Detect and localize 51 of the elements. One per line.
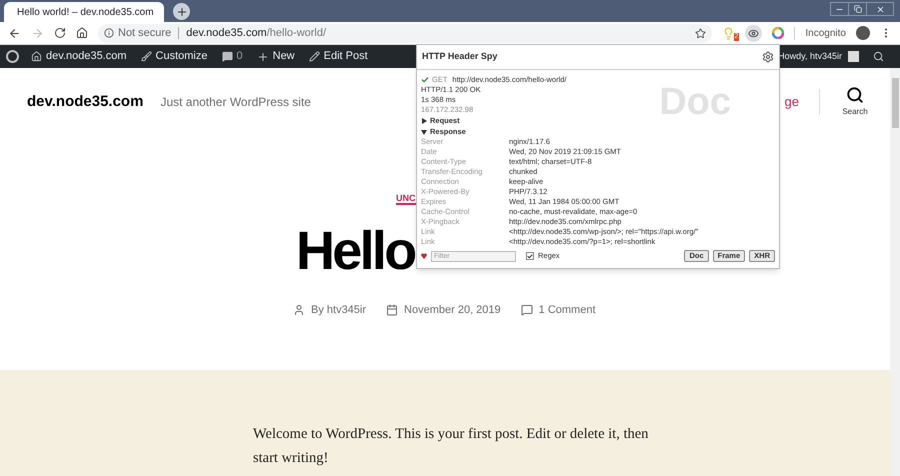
url-text: dev.node35.com/hello-world/	[186, 26, 326, 41]
lightbulb-icon[interactable]	[722, 26, 736, 40]
new-tab-button[interactable]	[173, 3, 190, 20]
search-icon	[846, 86, 864, 104]
comment-icon	[222, 51, 232, 62]
customize-link[interactable]: Customize	[156, 48, 208, 65]
scrollbar[interactable]	[890, 68, 900, 476]
close-icon	[876, 4, 884, 14]
star-icon[interactable]	[695, 28, 706, 38]
comment-icon	[520, 304, 533, 316]
heart-icon	[421, 253, 427, 259]
back-icon[interactable]	[8, 26, 21, 40]
dashboard-icon	[31, 51, 42, 62]
popup-title: HTTP Header Spy	[422, 50, 498, 64]
comments-link[interactable]: 1 Comment	[538, 302, 596, 318]
brush-icon	[140, 51, 152, 62]
regex-checkbox[interactable]	[526, 252, 534, 260]
date-link[interactable]: November 20, 2019	[404, 302, 501, 318]
author-link[interactable]: By htv345ir	[311, 302, 366, 318]
plus-icon	[256, 50, 269, 62]
author-icon	[293, 304, 305, 316]
comments-count[interactable]: 0	[236, 48, 243, 65]
nav-link[interactable]: ge	[784, 92, 799, 112]
pencil-icon	[308, 51, 320, 62]
tab-title: Hello world! – dev.node35.com	[17, 6, 154, 20]
search-toggle[interactable]: Search	[840, 86, 870, 118]
site-link[interactable]: dev.node35.com	[46, 48, 127, 65]
restore-icon	[854, 5, 862, 13]
site-tagline: Just another WordPress site	[160, 94, 311, 111]
browser-tab[interactable]: Hello world! – dev.node35.com	[4, 2, 164, 22]
check-icon	[421, 76, 429, 84]
post-title: Hello	[296, 221, 415, 281]
plus-icon	[176, 6, 188, 18]
security-label: Not secure	[118, 26, 172, 41]
profile-label: Incognito	[805, 26, 846, 40]
info-icon	[104, 28, 114, 38]
eye-icon	[748, 28, 760, 38]
home-icon[interactable]	[76, 27, 88, 39]
edit-post-link[interactable]: Edit Post	[324, 48, 368, 65]
eye-extension-button[interactable]	[745, 24, 762, 42]
calendar-icon	[386, 304, 398, 316]
user-avatar	[848, 51, 859, 62]
reload-icon[interactable]	[54, 27, 66, 39]
address-bar[interactable]: Not secure dev.node35.com/hello-world/	[98, 24, 712, 42]
settings-icon[interactable]	[762, 51, 774, 63]
site-title[interactable]: dev.node35.com	[27, 90, 144, 114]
post-paragraph: Welcome to WordPress. This is your first post. Edit or delete it, then start writing!	[253, 425, 650, 468]
incognito-avatar[interactable]	[856, 26, 870, 40]
color-wheel-icon[interactable]	[772, 27, 784, 39]
search-icon[interactable]	[873, 51, 884, 62]
new-link[interactable]: New	[272, 48, 295, 65]
